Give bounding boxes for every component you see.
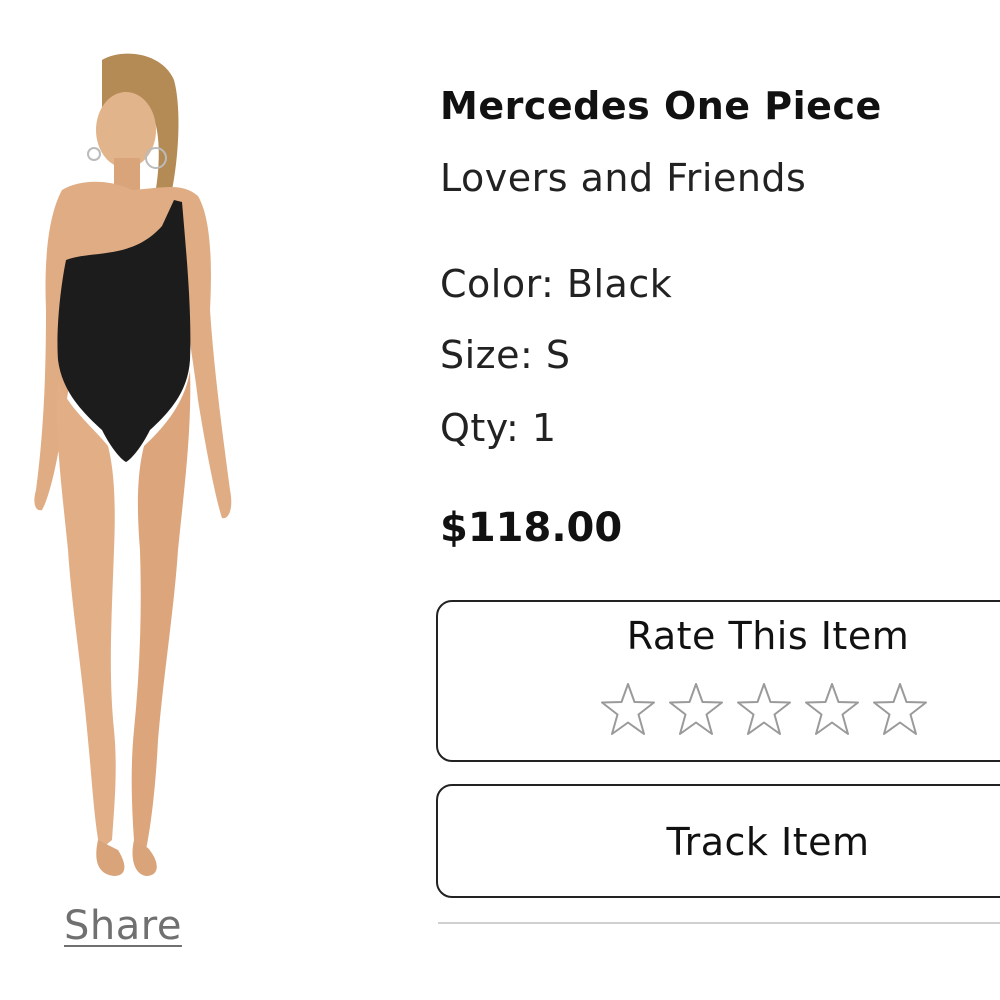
track-item-button[interactable]: Track Item (436, 784, 1000, 898)
rate-item-panel: Rate This Item (436, 600, 1000, 762)
color-attribute: Color: Black (440, 262, 673, 306)
star-outline-icon[interactable] (600, 682, 656, 738)
divider (438, 922, 1000, 924)
quantity-attribute: Qty: 1 (440, 406, 557, 450)
star-outline-icon[interactable] (872, 682, 928, 738)
size-attribute: Size: S (440, 333, 571, 377)
product-image (34, 53, 232, 876)
star-rating (600, 682, 928, 738)
star-outline-icon[interactable] (668, 682, 724, 738)
price: $118.00 (440, 505, 623, 551)
track-item-label: Track Item (666, 820, 870, 864)
star-outline-icon[interactable] (804, 682, 860, 738)
rate-item-title: Rate This Item (626, 614, 910, 658)
brand-name: Lovers and Friends (440, 156, 807, 200)
share-link[interactable]: Share (64, 900, 182, 952)
product-name: Mercedes One Piece (440, 84, 882, 128)
star-outline-icon[interactable] (736, 682, 792, 738)
